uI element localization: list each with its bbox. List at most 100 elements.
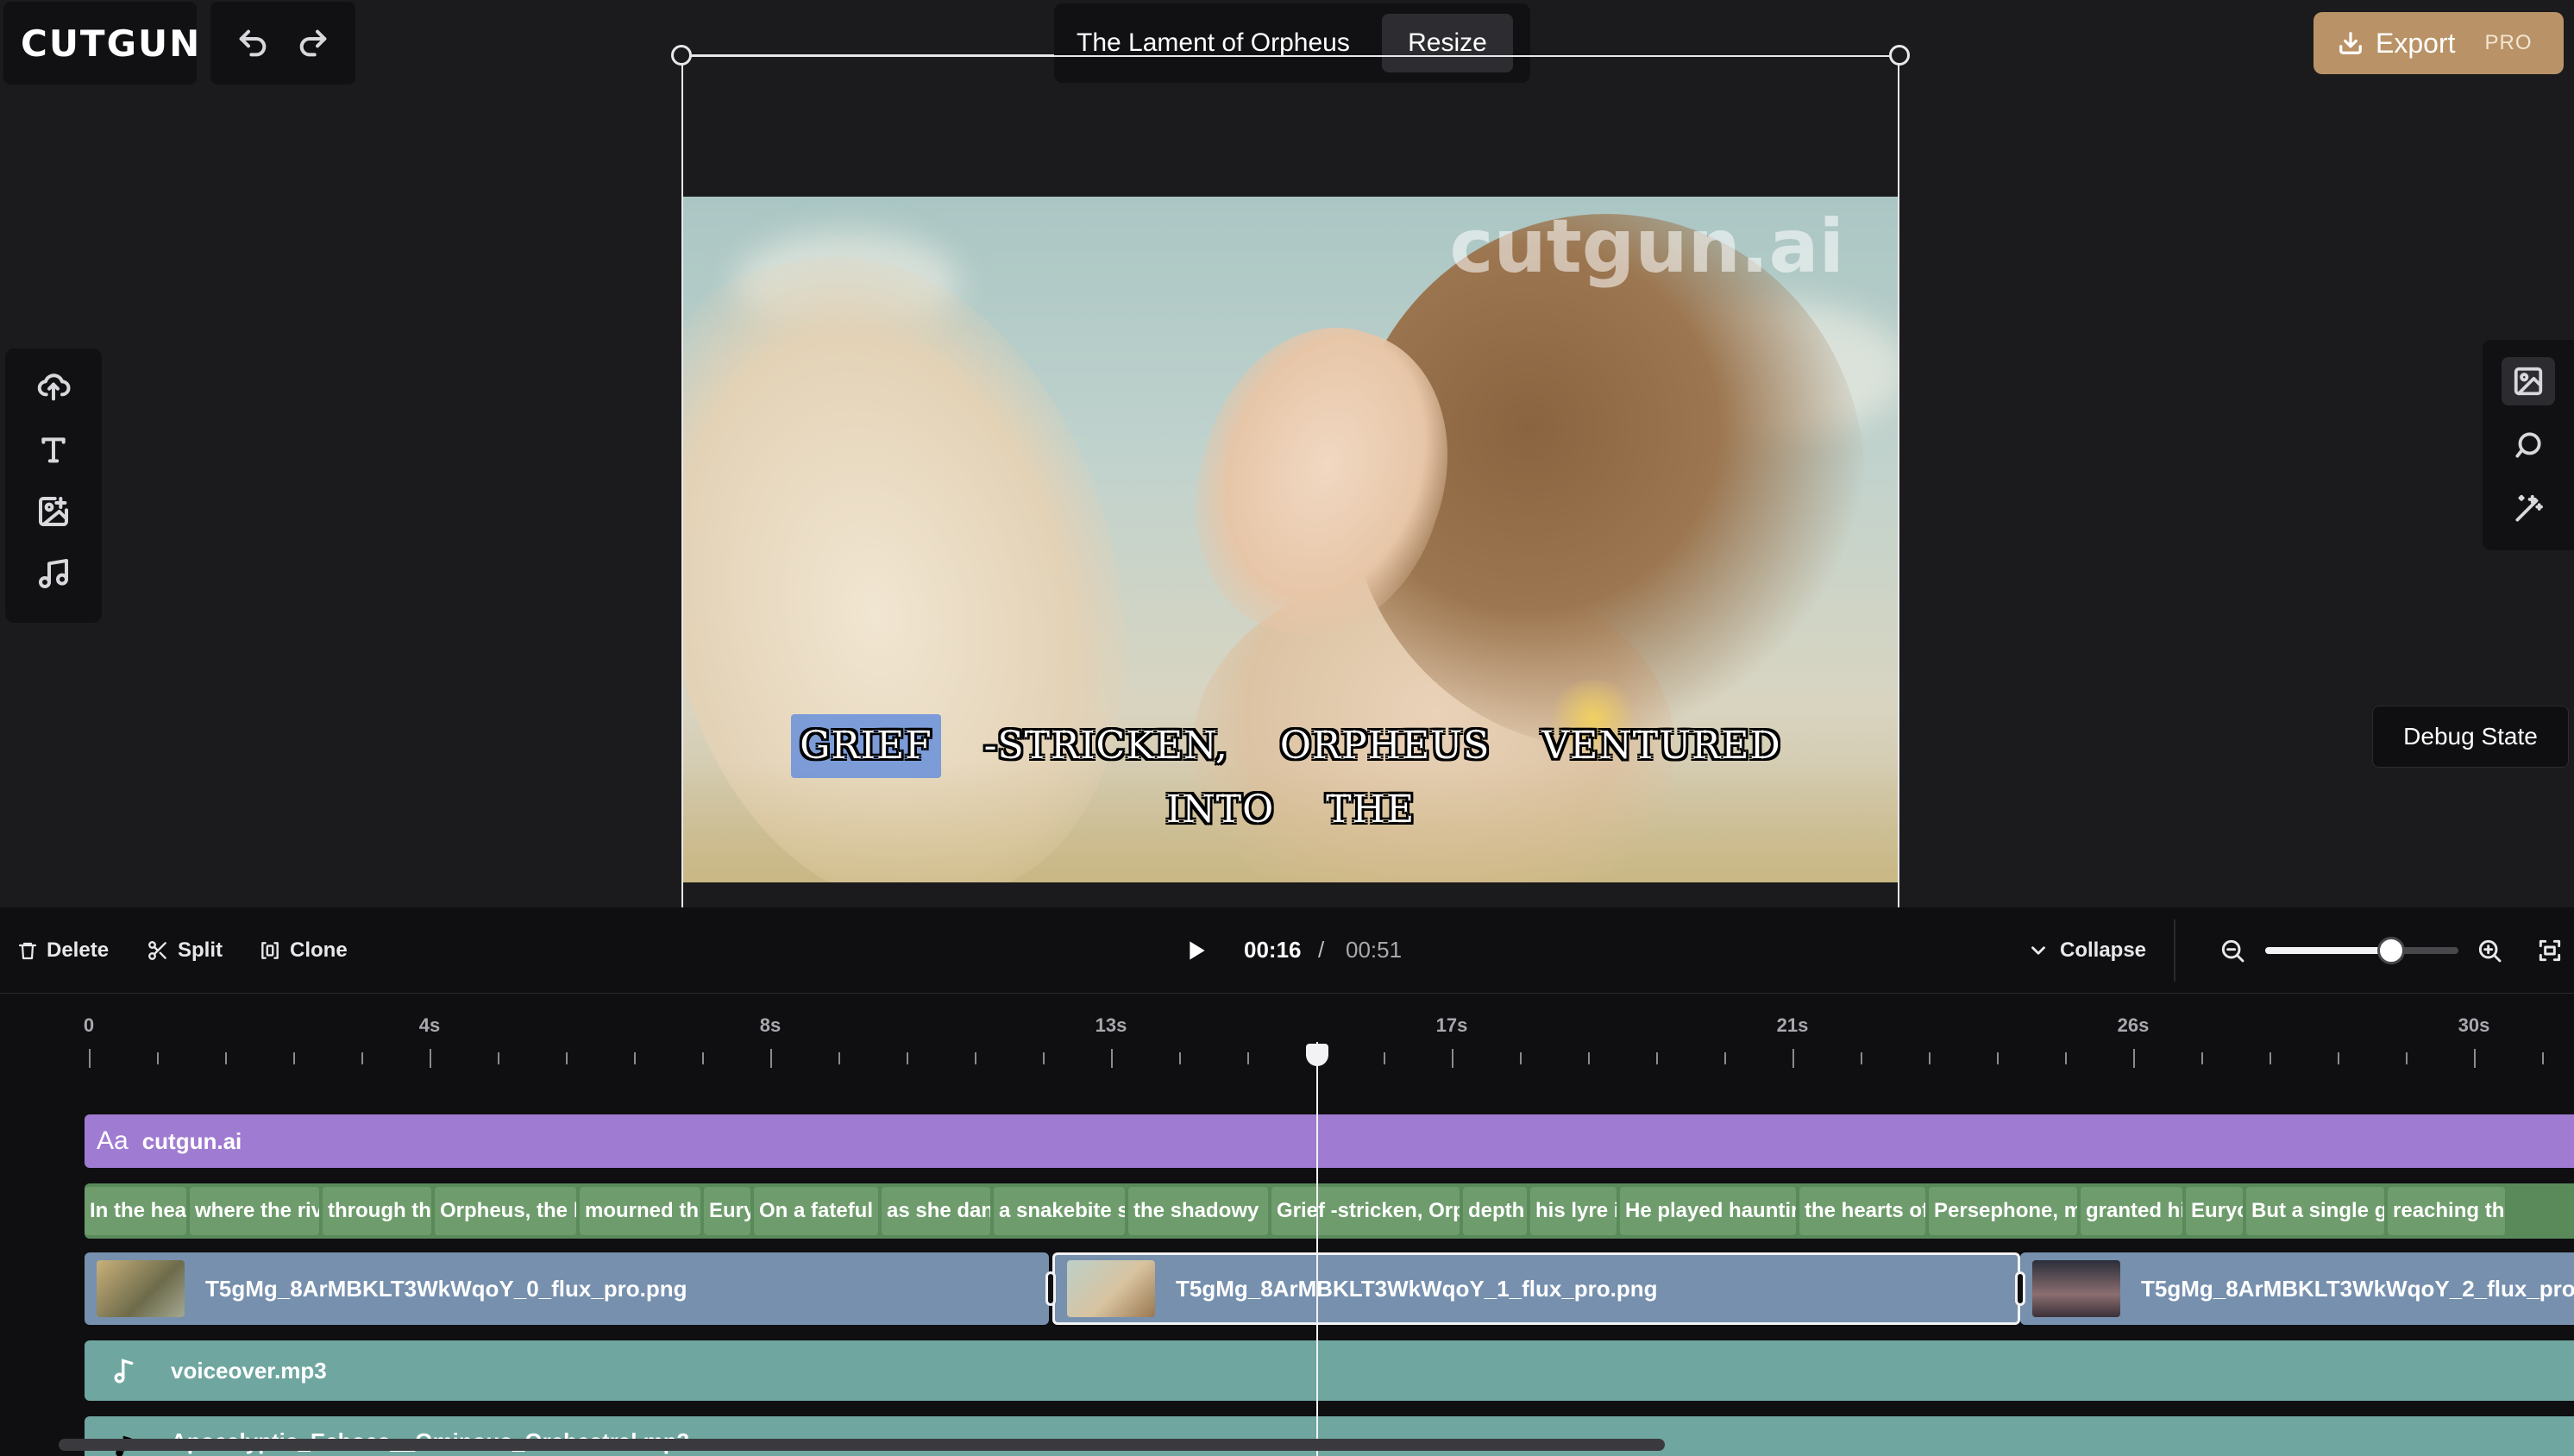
video-preview[interactable]: cutgun.ai GRIEF -STRICKEN, ORPHEUS VENTURED… (683, 197, 1898, 882)
add-image-button[interactable] (33, 493, 74, 530)
play-button[interactable] (1180, 935, 1211, 966)
caption-overlay[interactable]: GRIEF -STRICKEN, ORPHEUS VENTURED INTO THE (683, 714, 1898, 842)
ruler-minor-tick (2201, 1052, 2203, 1064)
ruler-minor-tick (2338, 1052, 2339, 1064)
zoom-slider[interactable] (2265, 937, 2458, 964)
caption-segment[interactable]: through th (323, 1187, 431, 1235)
delete-button[interactable]: Delete (17, 907, 109, 994)
redo-button[interactable] (296, 26, 330, 60)
clip-trim-handle-left[interactable] (1045, 1271, 1056, 1306)
caption-segment[interactable]: granted him (2081, 1187, 2182, 1235)
playhead-handle[interactable] (1306, 1044, 1328, 1066)
split-label: Split (178, 938, 223, 962)
timeline[interactable]: 0 4s 8s 13s 17s 21s 26s 30s Aa cutgun.ai In the… (0, 994, 2574, 1456)
ruler-label: 0 (83, 1014, 95, 1036)
debug-state-button[interactable]: Debug State (2372, 706, 2569, 768)
editor-app: CUTGUN The Lament of Orpheus Resize Expo… (0, 0, 2574, 1456)
caption-segment[interactable]: Euryc (2186, 1187, 2243, 1235)
zoom-out-button[interactable] (2219, 937, 2246, 964)
app-logo[interactable]: CUTGUN (3, 2, 199, 85)
ruler-label: 8s (759, 1014, 782, 1036)
caption-segment[interactable]: the shadowy (1128, 1187, 1268, 1235)
scissors-icon (148, 941, 166, 960)
ruler-minor-tick (634, 1052, 636, 1064)
caption-segment[interactable]: as she danc (882, 1187, 990, 1235)
chevron-down-icon (2031, 946, 2045, 955)
ruler-minor-tick (1724, 1052, 1726, 1064)
caption-segment[interactable]: But a single gl (2246, 1187, 2384, 1235)
caption-segment[interactable]: Grief -stricken, Orp (1271, 1187, 1460, 1235)
image-clip-label: T5gMg_8ArMBKLT3WkWqoY_1_flux_pro.png (1176, 1275, 1658, 1302)
caption-segment[interactable]: depth (1463, 1187, 1527, 1235)
shape-panel-button[interactable] (2502, 421, 2555, 469)
ruler-major-tick (770, 1049, 772, 1068)
ruler-major-tick (1792, 1049, 1794, 1068)
collapse-button[interactable]: Collapse (2027, 907, 2146, 994)
time-separator: / (1318, 937, 1325, 963)
caption-track[interactable]: In the hea where the riv through th Orpheus… (85, 1183, 2574, 1239)
redo-icon (299, 29, 327, 57)
right-toolbar (2483, 340, 2574, 550)
resize-handle-top-left[interactable] (671, 45, 692, 66)
project-title[interactable]: The Lament of Orpheus (1077, 28, 1382, 58)
ruler-minor-tick (498, 1052, 499, 1064)
caption-segment[interactable]: Eury (704, 1187, 750, 1235)
ruler-minor-tick (293, 1052, 295, 1064)
clone-button[interactable]: Clone (259, 907, 348, 994)
music-note-icon (114, 1359, 134, 1384)
ruler-minor-tick (1043, 1052, 1045, 1064)
undo-button[interactable] (235, 26, 270, 60)
ruler-minor-tick (225, 1052, 227, 1064)
playhead[interactable] (1316, 1042, 1318, 1456)
ruler-minor-tick (566, 1052, 568, 1064)
caption-segment[interactable]: Orpheus, the l (435, 1187, 576, 1235)
voiceover-track[interactable]: voiceover.mp3 (85, 1340, 2574, 1401)
ruler-major-tick (2133, 1049, 2135, 1068)
caption-segment[interactable]: mourned th (580, 1187, 700, 1235)
ruler-minor-tick (1247, 1052, 1249, 1064)
add-text-button[interactable] (33, 431, 74, 468)
caption-segment[interactable]: the hearts of (1799, 1187, 1925, 1235)
ruler-minor-tick (157, 1052, 159, 1064)
text-icon (41, 437, 66, 463)
caption-word: THE (1326, 788, 1416, 832)
clone-label: Clone (290, 938, 348, 962)
caption-segment[interactable]: reaching th (2388, 1187, 2505, 1235)
zoom-out-icon (2221, 939, 2244, 963)
image-clip-selected[interactable]: T5gMg_8ArMBKLT3WkWqoY_1_flux_pro.png (1052, 1252, 2020, 1325)
clip-thumbnail (97, 1260, 185, 1317)
download-icon (2339, 32, 2362, 54)
image-track[interactable]: T5gMg_8ArMBKLT3WkWqoY_0_flux_pro.png T5g… (85, 1252, 2574, 1325)
clone-icon (261, 942, 279, 959)
zoom-slider-thumb[interactable] (2377, 937, 2405, 964)
clip-trim-handle-right[interactable] (2015, 1271, 2025, 1306)
image-icon (2514, 367, 2543, 396)
ruler-minor-tick (2542, 1052, 2544, 1064)
timeline-horizontal-scrollbar[interactable] (59, 1439, 1665, 1451)
upload-button[interactable] (33, 369, 74, 405)
split-button[interactable]: Split (147, 907, 223, 994)
caption-segment[interactable]: his lyre i (1530, 1187, 1617, 1235)
ruler-label: 4s (418, 1014, 441, 1036)
magic-panel-button[interactable] (2502, 485, 2555, 533)
caption-segment[interactable]: In the hea (85, 1187, 186, 1235)
export-label: Export (2376, 27, 2456, 59)
caption-segment[interactable]: where the riv (190, 1187, 319, 1235)
export-button[interactable]: Export PRO (2313, 12, 2564, 74)
caption-segment[interactable]: a snakebite s (994, 1187, 1125, 1235)
text-track[interactable]: Aa cutgun.ai (85, 1114, 2574, 1168)
add-audio-button[interactable] (33, 555, 74, 592)
caption-segment[interactable]: On a fateful (754, 1187, 878, 1235)
image-panel-button[interactable] (2502, 357, 2555, 405)
caption-segment[interactable]: Persephone, move (1929, 1187, 2077, 1235)
fit-timeline-button[interactable] (2536, 937, 2564, 964)
caption-segment[interactable]: He played hauntir (1620, 1187, 1796, 1235)
caption-word-active: GRIEF (791, 714, 941, 778)
resize-handle-top-right[interactable] (1889, 45, 1910, 66)
left-toolbar (5, 348, 102, 623)
zoom-in-button[interactable] (2476, 937, 2503, 964)
image-clip[interactable]: T5gMg_8ArMBKLT3WkWqoY_2_flux_pro.png (2020, 1252, 2574, 1325)
delete-label: Delete (47, 938, 110, 962)
image-clip-label: T5gMg_8ArMBKLT3WkWqoY_0_flux_pro.png (205, 1275, 687, 1302)
image-clip[interactable]: T5gMg_8ArMBKLT3WkWqoY_0_flux_pro.png (85, 1252, 1049, 1325)
